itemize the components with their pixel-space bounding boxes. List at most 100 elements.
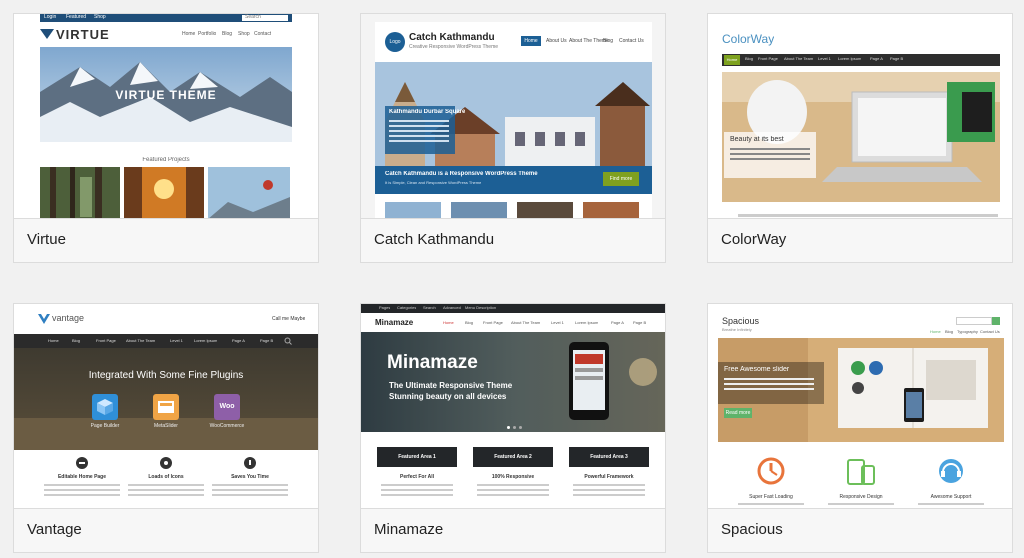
- preview-feature-title: Loads of Icons: [148, 474, 184, 480]
- preview-caption-lines: [724, 378, 814, 380]
- preview-area-title: 100% Responsive: [491, 474, 535, 480]
- preview-nav-item: Front Page: [483, 320, 503, 325]
- theme-card-catch-kathmandu[interactable]: Logo Catch Kathmandu Creative Responsive…: [360, 13, 666, 263]
- preview-topbar-link: Featured: [66, 14, 87, 20]
- theme-name-bar: ColorWay: [708, 218, 1012, 262]
- preview-text-lines: [477, 484, 549, 486]
- preview-topbar-link: Search: [423, 305, 436, 310]
- preview-topbar-link: Login: [44, 14, 57, 20]
- preview-text-lines: [212, 484, 288, 486]
- theme-name-bar: Catch Kathmandu: [361, 218, 665, 262]
- theme-card-colorway[interactable]: ColorWay Home Blog Front Page About The …: [707, 13, 1013, 263]
- preview-nav-item: Page A: [232, 338, 245, 343]
- timer-icon: [757, 457, 785, 485]
- preview-nav-item: Blog: [745, 56, 754, 61]
- preview-text-lines: [44, 484, 120, 486]
- preview-nav-item: Blog: [945, 329, 954, 334]
- preview-nav-item: Lorem Ipsum: [838, 56, 862, 61]
- preview-text-lines: [738, 503, 804, 505]
- theme-screenshot[interactable]: ColorWay Home Blog Front Page About The …: [708, 14, 1012, 219]
- preview-caption-title: Free Awesome slider: [724, 366, 790, 373]
- preview-featured-area: Featured Area 3: [569, 447, 649, 467]
- meta-slider-icon: [153, 394, 179, 420]
- preview-section-title: Featured Projects: [142, 157, 190, 163]
- page-builder-icon: [92, 394, 118, 420]
- preview-thumb: [385, 202, 441, 219]
- preview-featured-area: Featured Area 2: [473, 447, 553, 467]
- preview-nav-item: Page A: [611, 320, 624, 325]
- preview-text-line: [738, 214, 998, 217]
- preview-nav-item: Level 1: [818, 56, 831, 61]
- preview-feature-title: Editable Home Page: [57, 474, 107, 480]
- preview-thumb: [517, 202, 573, 219]
- theme-card-minamaze[interactable]: Pages Categories Search Advanced Menu De…: [360, 303, 666, 553]
- preview-nav-item: About Us: [546, 38, 567, 44]
- preview-nav-item: Level 1: [551, 320, 564, 325]
- preview-topbar-link: Shop: [94, 14, 106, 20]
- preview-nav-item: About The Team: [784, 56, 814, 61]
- preview-slider-dots: [507, 426, 510, 429]
- theme-name: ColorWay: [721, 231, 787, 248]
- theme-name: Minamaze: [374, 521, 444, 538]
- preview-nav-item: Front Page: [758, 56, 778, 61]
- theme-card-virtue[interactable]: Login Featured Shop Search VIRTUE Home P…: [13, 13, 319, 263]
- support-icon: [939, 459, 963, 483]
- devices-icon: [847, 459, 875, 485]
- preview-logo: VIRTUE: [56, 27, 110, 42]
- preview-nav-item: Page B: [890, 56, 904, 61]
- preview-nav-item: About The Team: [511, 320, 541, 325]
- preview-nav-item: Blog: [465, 320, 474, 325]
- preview-nav-item: Blog: [72, 338, 81, 343]
- preview-nav-item: Lorem Ipsum: [575, 320, 599, 325]
- preview-plugin-label: WooCommerce: [209, 423, 245, 429]
- preview-nav-item: Typography: [957, 329, 978, 334]
- preview-nav-item: Lorem Ipsum: [194, 338, 218, 343]
- preview-topbar-link: Pages: [379, 305, 391, 310]
- preview-nav-item: Page A: [870, 56, 883, 61]
- theme-screenshot[interactable]: vantage Call me Maybe Home Blog Front Pa…: [14, 304, 318, 509]
- preview-project-thumb: [40, 167, 120, 219]
- preview-topbar-link: Menu Description: [465, 305, 497, 310]
- preview-caption-lines: [389, 120, 449, 122]
- theme-screenshot[interactable]: Spacious Breathe Infinitely Home Blog Ty…: [708, 304, 1012, 509]
- preview-project-thumb: [124, 167, 204, 219]
- preview-caption-lines: [730, 148, 810, 150]
- search-icon: [284, 337, 292, 345]
- preview-nav-item: Home: [182, 31, 196, 37]
- preview-area-title: Perfect For All: [400, 474, 434, 480]
- preview-nav-item: Portfolio: [198, 31, 217, 37]
- preview-logo: vantage: [52, 313, 85, 323]
- preview-plugin-badge: Woo: [219, 403, 235, 410]
- theme-name-bar: Virtue: [14, 218, 318, 262]
- preview-logo: ColorWay: [722, 32, 775, 46]
- theme-card-spacious[interactable]: Spacious Breathe Infinitely Home Blog Ty…: [707, 303, 1013, 553]
- preview-caption-title: Kathmandu Durbar Square: [389, 109, 466, 115]
- theme-screenshot[interactable]: Login Featured Shop Search VIRTUE Home P…: [14, 14, 318, 219]
- preview-feature-title: Super Fast Loading: [749, 494, 793, 500]
- preview-tagline: Breathe Infinitely: [722, 327, 752, 332]
- preview-plugin-label: Page Builder: [90, 423, 120, 429]
- theme-screenshot[interactable]: Logo Catch Kathmandu Creative Responsive…: [361, 14, 665, 219]
- preview-thumb: [583, 202, 639, 219]
- preview-hero-sub: Stunning beauty on all devices: [389, 392, 507, 401]
- preview-banner-text: Catch Kathmandu is a Responsive WordPres…: [385, 171, 538, 177]
- virtue-logo-icon: [40, 29, 54, 39]
- preview-text-lines: [128, 484, 204, 486]
- preview-nav-item: Shop: [238, 31, 250, 37]
- preview-nav-item: Contact: [254, 31, 272, 37]
- preview-nav-item: Home: [48, 338, 59, 343]
- preview-nav-item: Front Page: [96, 338, 116, 343]
- preview-search-box: [956, 317, 992, 325]
- preview-nav-item: Contact Us: [980, 329, 1000, 334]
- theme-card-vantage[interactable]: vantage Call me Maybe Home Blog Front Pa…: [13, 303, 319, 553]
- theme-name: Catch Kathmandu: [374, 231, 495, 248]
- preview-project-thumb: [208, 167, 290, 219]
- preview-nav-item-active: Home: [724, 55, 740, 65]
- feature-icon: [160, 457, 172, 469]
- preview-hero-sub: The Ultimate Responsive Theme: [389, 381, 513, 390]
- theme-screenshot[interactable]: Pages Categories Search Advanced Menu De…: [361, 304, 665, 509]
- preview-thumb: [451, 202, 507, 219]
- theme-name: Virtue: [27, 231, 66, 248]
- preview-hero-title: Integrated With Some Fine Plugins: [88, 370, 244, 381]
- preview-site-title: Catch Kathmandu: [409, 32, 495, 43]
